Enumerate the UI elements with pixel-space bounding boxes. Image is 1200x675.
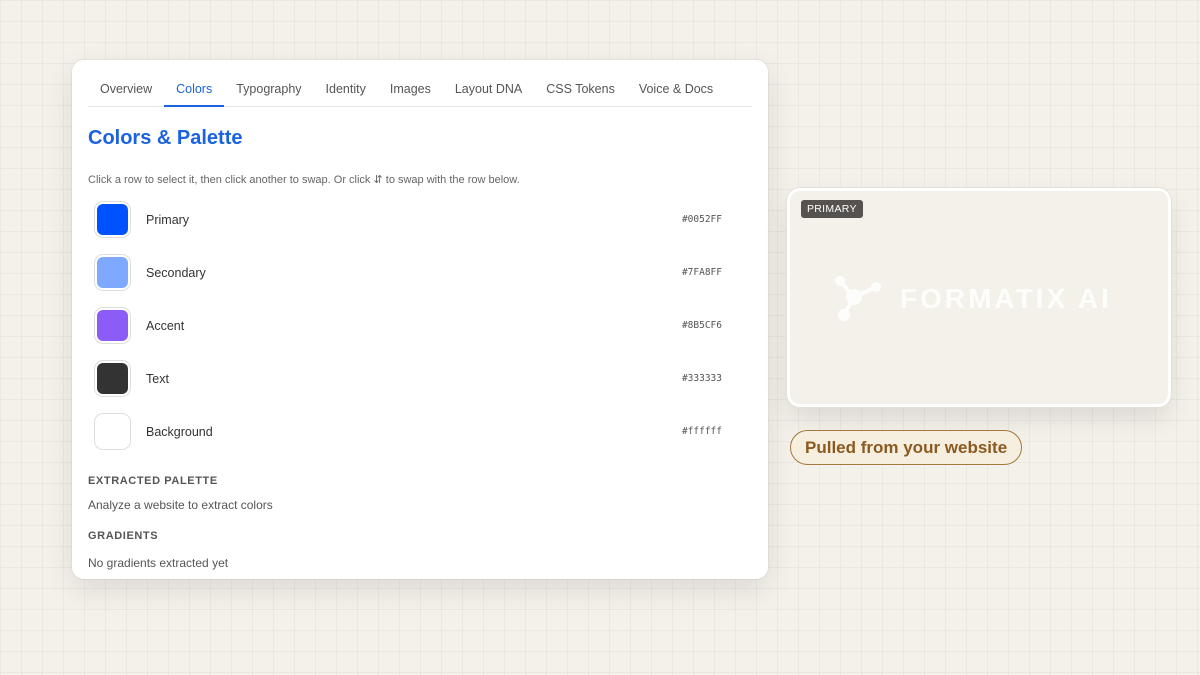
color-hex: #0052FF — [681, 214, 722, 225]
color-hex: #8B5CF6 — [681, 320, 722, 331]
tab-voice-docs[interactable]: Voice & Docs — [627, 72, 725, 106]
tab-colors[interactable]: Colors — [164, 72, 225, 107]
color-hex: #333333 — [681, 373, 722, 384]
color-label: Accent — [146, 318, 185, 333]
brand-logo: FORMATIX AI — [830, 271, 1112, 327]
instruction-text: Click a row to select it, then click ano… — [88, 174, 520, 186]
preview-badge: PRIMARY — [801, 200, 863, 218]
color-swatch — [97, 257, 128, 288]
color-row-background[interactable]: Background #ffffff — [88, 405, 722, 458]
page-title: Colors & Palette — [88, 127, 243, 149]
source-caption: Pulled from your website — [790, 430, 1023, 465]
extracted-palette-heading: EXTRACTED PALETTE — [88, 475, 218, 487]
color-label: Background — [146, 424, 213, 439]
brand-panel: Overview Colors Typography Identity Imag… — [72, 60, 768, 579]
color-row-primary[interactable]: Primary #0052FF — [88, 193, 722, 246]
color-list: Primary #0052FF Secondary #7FA8FF Accent… — [88, 193, 722, 458]
color-label: Primary — [146, 212, 190, 227]
tab-identity[interactable]: Identity — [314, 72, 378, 106]
primary-color-preview: PRIMARY FORMATIX AI — [790, 191, 1168, 404]
tab-layout-dna[interactable]: Layout DNA — [443, 72, 534, 106]
logo-wordmark: FORMATIX AI — [900, 283, 1112, 314]
color-label: Text — [146, 371, 169, 386]
color-swatch — [97, 363, 128, 394]
color-hex: #7FA8FF — [681, 267, 722, 278]
color-swatch — [97, 310, 128, 341]
tab-images[interactable]: Images — [378, 72, 443, 106]
color-row-secondary[interactable]: Secondary #7FA8FF — [88, 246, 722, 299]
gradients-empty-text: No gradients extracted yet — [88, 556, 229, 570]
molecule-icon — [835, 276, 881, 321]
color-hex: #ffffff — [681, 426, 722, 437]
extracted-palette-empty-text: Analyze a website to extract colors — [88, 498, 273, 512]
tab-typography[interactable]: Typography — [224, 72, 313, 106]
tab-overview[interactable]: Overview — [88, 72, 164, 106]
color-row-accent[interactable]: Accent #8B5CF6 — [88, 299, 722, 352]
color-row-text[interactable]: Text #333333 — [88, 352, 722, 405]
gradients-heading: GRADIENTS — [88, 530, 159, 542]
color-swatch — [97, 204, 128, 235]
color-label: Secondary — [146, 265, 206, 280]
tab-bar: Overview Colors Typography Identity Imag… — [88, 72, 752, 107]
tab-css-tokens[interactable]: CSS Tokens — [534, 72, 627, 106]
color-swatch — [97, 416, 128, 447]
